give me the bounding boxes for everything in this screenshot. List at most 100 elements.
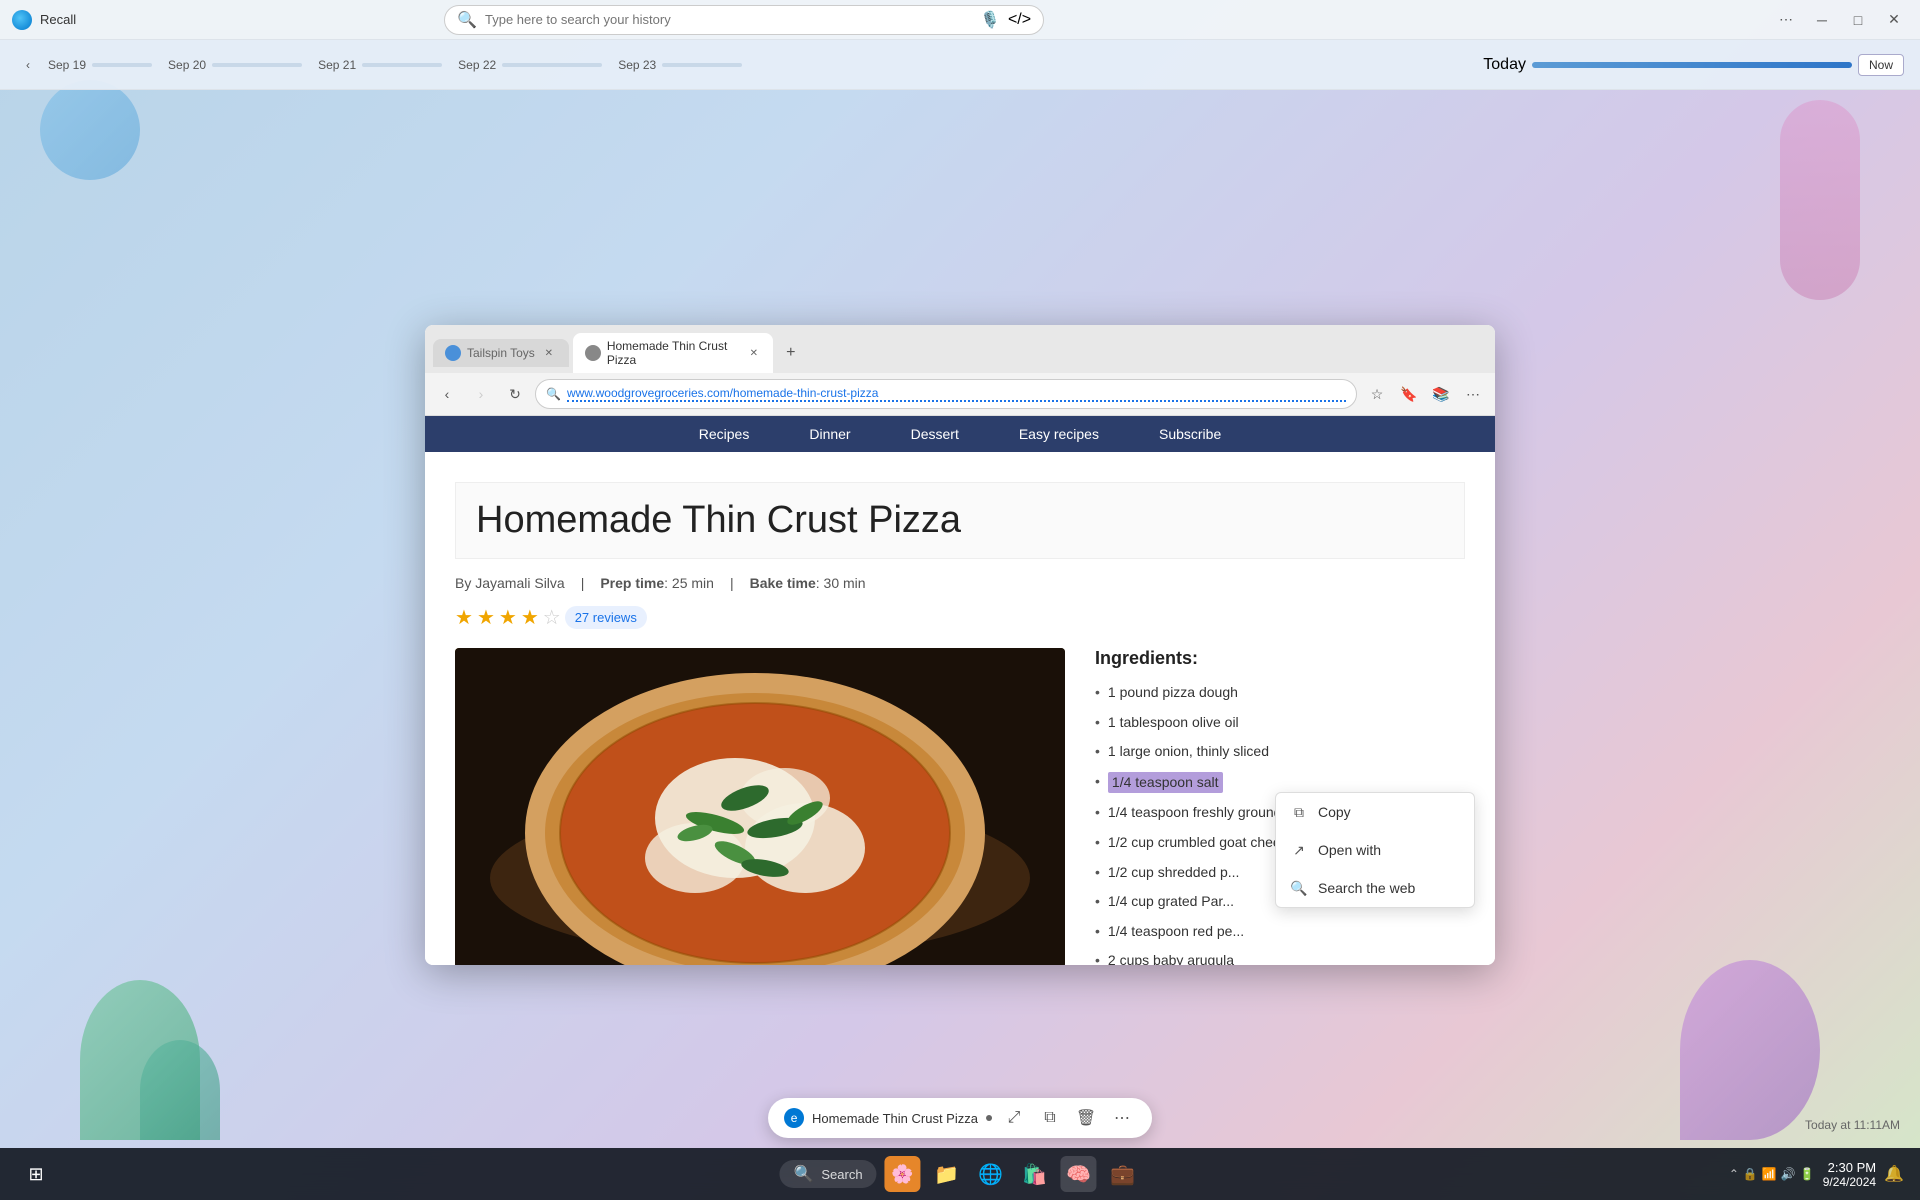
taskbar-app-recall[interactable]: 🧠 — [1061, 1156, 1097, 1192]
browser-tab-tailspin[interactable]: Tailspin Toys ✕ — [433, 339, 569, 367]
now-button[interactable]: Now — [1858, 54, 1904, 76]
taskbar-app-store[interactable]: 🛍️ — [1017, 1156, 1053, 1192]
more-options-button[interactable]: ⋯ — [1772, 6, 1800, 34]
taskbar-time[interactable]: 2:30 PM 9/24/2024 — [1823, 1160, 1876, 1189]
taskbar-app-edge[interactable]: 🌐 — [973, 1156, 1009, 1192]
site-nav: Recipes Dinner Dessert Easy recipes Subs… — [425, 416, 1495, 452]
timeline-back-button[interactable]: ‹ — [16, 53, 40, 77]
nav-dinner[interactable]: Dinner — [809, 426, 850, 442]
ingredient-text-2: 1 tablespoon olive oil — [1108, 713, 1239, 733]
timeline-sep19[interactable]: Sep 19 — [40, 58, 160, 72]
tab-close-pizza[interactable]: ✕ — [747, 345, 761, 361]
bookmark-button[interactable]: 🔖 — [1395, 380, 1423, 408]
bullet-5: • — [1095, 803, 1100, 823]
prep-time-label: Prep time: 25 min — [600, 575, 714, 591]
microphone-icon[interactable]: 🎙️ — [980, 10, 1000, 30]
nav-recipes[interactable]: Recipes — [699, 426, 750, 442]
context-menu-copy[interactable]: ⧉ Copy — [1276, 793, 1474, 831]
taskbar-app-teams[interactable]: 💼 — [1105, 1156, 1141, 1192]
url-text[interactable]: www.woodgrovegroceries.com/homemade-thin… — [567, 386, 1346, 402]
maximize-button[interactable]: □ — [1844, 6, 1872, 34]
collections-button[interactable]: 📚 — [1427, 380, 1455, 408]
review-count[interactable]: 27 reviews — [565, 606, 647, 629]
browser-window: Tailspin Toys ✕ Homemade Thin Crust Pizz… — [425, 325, 1495, 965]
ingredients-title: Ingredients: — [1095, 648, 1465, 669]
app-title: Recall — [40, 12, 76, 27]
bottom-timestamp: Today at 11:11AM — [1805, 1118, 1900, 1132]
date-text: 9/24/2024 — [1823, 1175, 1876, 1189]
floating-bar-title: Homemade Thin Crust Pizza — [812, 1111, 978, 1126]
star-5: ☆ — [543, 605, 561, 630]
ingredient-text-1: 1 pound pizza dough — [1108, 683, 1238, 703]
history-search-input[interactable] — [485, 12, 972, 27]
favorites-button[interactable]: ☆ — [1363, 380, 1391, 408]
taskbar-search-text: Search — [821, 1167, 862, 1182]
browser-toolbar: ‹ › ↻ 🔍 www.woodgrovegroceries.com/homem… — [425, 373, 1495, 415]
ingredient-text-9: 1/4 teaspoon red pe... — [1108, 922, 1244, 942]
taskbar-left: ⊞ — [16, 1154, 56, 1194]
notification-icon[interactable]: 🔔 — [1884, 1164, 1904, 1184]
timeline-segment-sep20 — [212, 63, 302, 67]
copy-floating-button[interactable]: ⧉ — [1036, 1104, 1064, 1132]
forward-button: › — [467, 380, 495, 408]
back-button[interactable]: ‹ — [433, 380, 461, 408]
code-icon[interactable]: </> — [1008, 11, 1031, 29]
search-icon-small: 🔍 — [546, 387, 561, 401]
nav-subscribe[interactable]: Subscribe — [1159, 426, 1221, 442]
timeline-date-sep22: Sep 22 — [458, 58, 496, 72]
volume-icon: 🔊 — [1781, 1167, 1796, 1181]
context-menu-copy-label: Copy — [1318, 804, 1351, 820]
title-bar: Recall 🔍 🎙️ </> ⋯ ─ □ ✕ — [0, 0, 1920, 40]
browser-tab-pizza[interactable]: Homemade Thin Crust Pizza ✕ — [573, 333, 773, 373]
context-menu-open-with[interactable]: ↗ Open with — [1276, 831, 1474, 869]
taskbar-app-files[interactable]: 🌸 — [885, 1156, 921, 1192]
taskbar-search-bar[interactable]: 🔍 Search — [779, 1160, 876, 1188]
tab-close-tailspin[interactable]: ✕ — [541, 345, 557, 361]
copy-icon: ⧉ — [1290, 803, 1308, 821]
ingredient-1: • 1 pound pizza dough — [1095, 683, 1465, 703]
address-bar[interactable]: 🔍 www.woodgrovegroceries.com/homemade-th… — [535, 379, 1357, 409]
star-3: ★ — [499, 605, 517, 630]
timeline-sep23[interactable]: Sep 23 — [610, 58, 750, 72]
new-tab-button[interactable]: + — [777, 339, 805, 367]
nav-easy-recipes[interactable]: Easy recipes — [1019, 426, 1099, 442]
more-floating-button[interactable]: ⋯ — [1108, 1104, 1136, 1132]
taskbar-right: ⌃ 🔒 📶 🔊 🔋 2:30 PM 9/24/2024 🔔 — [1729, 1160, 1904, 1189]
ingredient-2: • 1 tablespoon olive oil — [1095, 713, 1465, 733]
bullet-2: • — [1095, 713, 1100, 733]
start-button[interactable]: ⊞ — [16, 1154, 56, 1194]
expand-button[interactable]: ⤢ — [1000, 1104, 1028, 1132]
browser-tabs: Tailspin Toys ✕ Homemade Thin Crust Pizz… — [425, 325, 1495, 373]
delete-button[interactable]: 🗑 — [1072, 1104, 1100, 1132]
recipe-meta: By Jayamali Silva | Prep time: 25 min | … — [455, 575, 1465, 591]
bullet-8: • — [1095, 892, 1100, 912]
timeline-sep20[interactable]: Sep 20 — [160, 58, 310, 72]
history-search-bar[interactable]: 🔍 🎙️ </> — [444, 5, 1044, 35]
bullet-4: • — [1095, 772, 1100, 792]
star-4: ★ — [521, 605, 539, 630]
ingredient-4: • 1/4 teaspoon salt — [1095, 772, 1465, 794]
timeline-segment-sep23 — [662, 63, 742, 67]
ingredient-text-3: 1 large onion, thinly sliced — [1108, 742, 1269, 762]
bullet-9: • — [1095, 922, 1100, 942]
timeline-sep22[interactable]: Sep 22 — [450, 58, 610, 72]
close-button[interactable]: ✕ — [1880, 6, 1908, 34]
nav-dessert[interactable]: Dessert — [911, 426, 959, 442]
tab-title-pizza: Homemade Thin Crust Pizza — [607, 339, 741, 367]
bullet-1: • — [1095, 683, 1100, 703]
context-menu-search-web[interactable]: 🔍 Search the web — [1276, 869, 1474, 907]
bullet-6: • — [1095, 833, 1100, 853]
timeline-sep21[interactable]: Sep 21 — [310, 58, 450, 72]
search-icon: 🔍 — [457, 10, 477, 30]
timeline-date-sep21: Sep 21 — [318, 58, 356, 72]
title-bar-controls: ⋯ ─ □ ✕ — [1772, 6, 1908, 34]
minimize-button[interactable]: ─ — [1808, 6, 1836, 34]
ingredient-10: • 2 cups baby arugula — [1095, 951, 1465, 965]
tray-icon-1: ⌃ — [1729, 1167, 1739, 1181]
more-button[interactable]: ⋯ — [1459, 380, 1487, 408]
recipe-title: Homemade Thin Crust Pizza — [455, 482, 1465, 559]
tab-favicon-tailspin — [445, 345, 461, 361]
ingredient-text-4-highlighted: 1/4 teaspoon salt — [1108, 772, 1223, 794]
taskbar-app-folder[interactable]: 📁 — [929, 1156, 965, 1192]
refresh-button[interactable]: ↻ — [501, 380, 529, 408]
